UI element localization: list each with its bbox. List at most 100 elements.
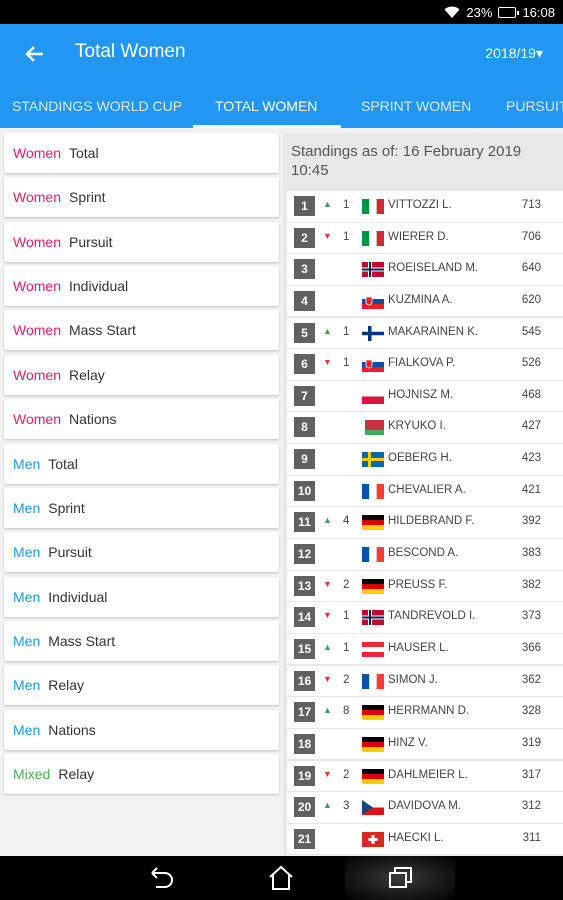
- athlete-name: CHEVALIER A.: [388, 483, 466, 496]
- tab-indicator: [193, 125, 341, 128]
- country-flag-icon: [362, 768, 384, 784]
- category-item-men-total[interactable]: Men Total: [4, 443, 279, 484]
- athlete-points: 383: [521, 547, 541, 560]
- standings-row[interactable]: 20 ▲ 3 DAVIDOVA M. 312: [287, 792, 563, 823]
- rank-change: 4: [343, 515, 350, 528]
- standings-row[interactable]: 14 ▼ 1 TANDREVOLD I. 373: [287, 602, 563, 633]
- standings-row[interactable]: 5 ▲ 1 MAKARAINEN K. 545: [287, 317, 563, 349]
- navigation-bar: [0, 856, 563, 900]
- category-item-men-mass-start[interactable]: Men Mass Start: [4, 620, 279, 661]
- rank-change: 1: [343, 610, 350, 623]
- rank-badge: 20: [294, 797, 315, 818]
- tab-total-women[interactable]: TOTAL WOMEN: [215, 98, 317, 114]
- athlete-name: HERRMANN D.: [388, 705, 470, 718]
- standings-row[interactable]: 9 OEBERG H. 423: [287, 444, 563, 475]
- category-group-label: Men: [13, 455, 41, 472]
- standings-row[interactable]: 19 ▼ 2 DAHLMEIER L. 317: [287, 760, 563, 792]
- category-item-women-nations[interactable]: Women Nations: [4, 399, 279, 440]
- standings-date: Standings as of: 16 February 2019 10:45: [291, 143, 522, 179]
- category-item-men-sprint[interactable]: Men Sprint: [4, 487, 279, 528]
- rank-badge: 6: [294, 354, 315, 375]
- category-event-label: Relay: [68, 366, 105, 383]
- standings-row[interactable]: 17 ▲ 8 HERRMANN D. 328: [287, 697, 563, 728]
- athlete-points: 312: [521, 800, 541, 813]
- category-event-label: Nations: [68, 411, 117, 428]
- category-item-men-relay[interactable]: Men Relay: [4, 665, 279, 706]
- category-item-women-individual[interactable]: Women Individual: [4, 266, 279, 307]
- athlete-points: 640: [521, 262, 541, 275]
- standings-row[interactable]: 2 ▼ 1 WIERER D. 706: [287, 222, 563, 254]
- category-group-label: Men: [13, 721, 41, 738]
- back-arrow-icon[interactable]: [22, 40, 48, 68]
- country-flag-icon: [362, 452, 384, 468]
- category-item-women-pursuit[interactable]: Women Pursuit: [4, 221, 279, 262]
- category-group-label: Men: [13, 632, 41, 649]
- category-group-label: Women: [13, 322, 61, 339]
- country-flag-icon: [362, 610, 384, 626]
- standings-row[interactable]: 15 ▲ 1 HAUSER L. 366: [287, 633, 563, 665]
- category-item-men-pursuit[interactable]: Men Pursuit: [4, 532, 279, 573]
- standings-row[interactable]: 10 CHEVALIER A. 421: [287, 475, 563, 507]
- category-event-label: Total: [48, 455, 78, 472]
- rank-badge: 7: [294, 385, 315, 406]
- rank-badge: 14: [294, 607, 315, 628]
- category-item-mixed-relay[interactable]: Mixed Relay: [4, 754, 279, 795]
- rank-badge: 9: [294, 449, 315, 470]
- rank-badge: 5: [294, 322, 315, 343]
- athlete-name: HILDEBRAND F.: [388, 515, 475, 528]
- standings-row[interactable]: 7 HOJNISZ M. 468: [287, 380, 563, 412]
- tab-pursuit[interactable]: PURSUIT: [506, 98, 563, 114]
- rank-badge: 19: [294, 765, 315, 786]
- country-flag-icon: [362, 325, 384, 341]
- athlete-points: 706: [521, 230, 541, 243]
- country-flag-icon: [362, 800, 384, 816]
- trend-down-icon: ▼: [323, 230, 332, 241]
- category-item-men-nations[interactable]: Men Nations: [4, 709, 279, 750]
- athlete-points: 362: [521, 673, 541, 686]
- athlete-points: 382: [521, 578, 541, 591]
- category-group-label: Men: [13, 544, 41, 561]
- standings-row[interactable]: 1 ▲ 1 VITTOZZI L. 713: [287, 191, 563, 222]
- standings-row[interactable]: 3 ROEISELAND M. 640: [287, 254, 563, 285]
- category-item-women-mass-start[interactable]: Women Mass Start: [4, 310, 279, 351]
- standings-panel: Standings as of: 16 February 2019 10:45 …: [283, 133, 563, 855]
- country-flag-icon: [362, 293, 384, 309]
- home-icon[interactable]: [266, 864, 296, 892]
- athlete-name: WIERER D.: [388, 230, 449, 243]
- rank-badge: 4: [294, 290, 315, 311]
- athlete-points: 526: [521, 357, 541, 370]
- standings-row[interactable]: 6 ▼ 1 FIALKOVA P. 526: [287, 349, 563, 380]
- category-item-men-individual[interactable]: Men Individual: [4, 576, 279, 617]
- battery-icon: [498, 6, 520, 18]
- athlete-points: 620: [521, 293, 541, 306]
- athlete-name: OEBERG H.: [388, 452, 452, 465]
- standings-row[interactable]: 11 ▲ 4 HILDEBRAND F. 392: [287, 507, 563, 538]
- rank-badge: 18: [294, 733, 315, 754]
- standings-row[interactable]: 21 HAECKI L. 311: [287, 823, 563, 855]
- category-group-label: Men: [13, 588, 41, 605]
- standings-row[interactable]: 18 HINZ V. 319: [287, 728, 563, 760]
- tab-sprint-women[interactable]: SPRINT WOMEN: [361, 98, 471, 114]
- category-event-label: Relay: [58, 766, 95, 783]
- country-flag-icon: [362, 705, 384, 721]
- season-selector[interactable]: 2018/19▾: [485, 45, 543, 62]
- category-item-women-relay[interactable]: Women Relay: [4, 354, 279, 395]
- rank-badge: 16: [294, 670, 315, 691]
- tab-standings-world-cup[interactable]: STANDINGS WORLD CUP: [12, 98, 182, 114]
- category-group-label: Women: [13, 233, 61, 250]
- category-item-women-total[interactable]: Women Total: [4, 133, 279, 173]
- battery-percent: 23%: [466, 4, 493, 20]
- rank-badge: 12: [294, 544, 315, 565]
- rank-change: 2: [343, 768, 350, 781]
- recent-apps-icon[interactable]: [386, 864, 416, 892]
- back-nav-icon[interactable]: [147, 864, 177, 892]
- rank-change: 1: [343, 230, 350, 243]
- standings-row[interactable]: 12 BESCOND A. 383: [287, 539, 563, 570]
- country-flag-icon: [362, 420, 384, 436]
- standings-row[interactable]: 4 KUZMINA A. 620: [287, 285, 563, 317]
- standings-row[interactable]: 13 ▼ 2 PREUSS F. 382: [287, 570, 563, 602]
- standings-row[interactable]: 8 KRYUKO I. 427: [287, 412, 563, 443]
- athlete-name: SIMON J.: [388, 673, 438, 686]
- standings-row[interactable]: 16 ▼ 2 SIMON J. 362: [287, 665, 563, 697]
- category-item-women-sprint[interactable]: Women Sprint: [4, 177, 279, 218]
